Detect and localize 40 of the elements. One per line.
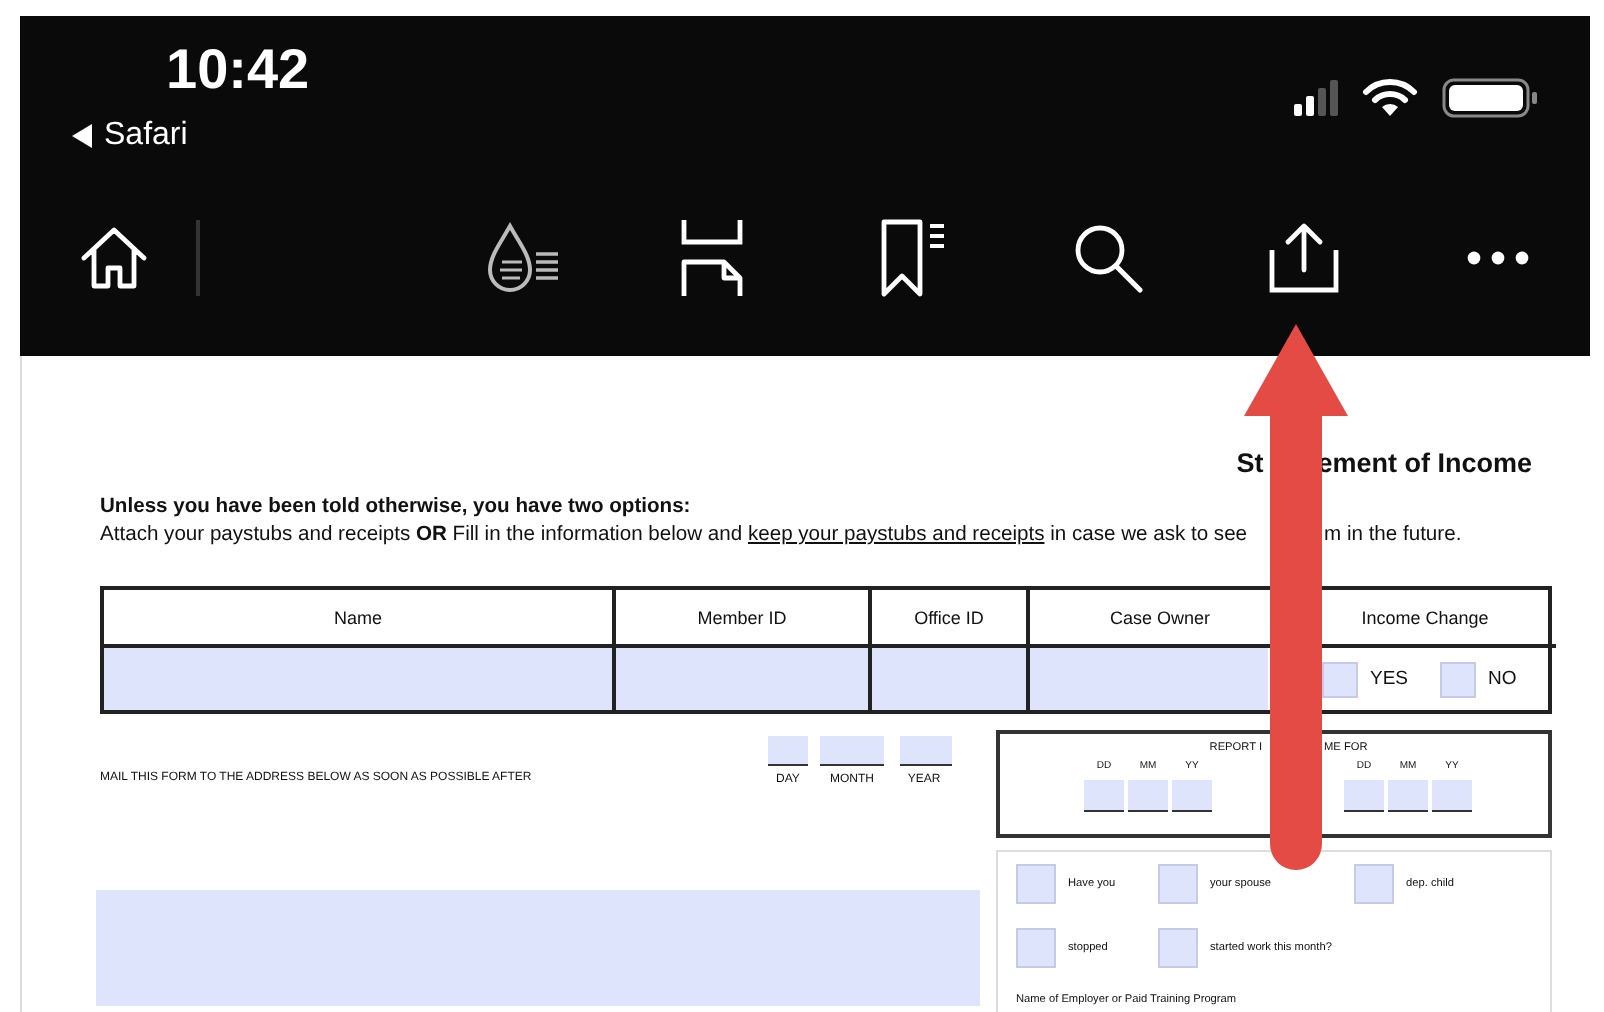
more-icon[interactable] bbox=[1466, 250, 1530, 266]
search-icon[interactable] bbox=[1072, 222, 1144, 294]
wifi-icon bbox=[1362, 78, 1418, 118]
instructions-text: Attach your paystubs and receipts OR Fill in the information below and keep your paystubs and receipts in case we ask to see bbox=[100, 524, 1248, 546]
checkbox[interactable] bbox=[1158, 864, 1198, 904]
input-field[interactable] bbox=[768, 736, 808, 766]
checkbox[interactable] bbox=[1322, 661, 1358, 697]
checkbox[interactable] bbox=[1158, 928, 1198, 968]
input-field[interactable] bbox=[820, 736, 884, 766]
input-field[interactable] bbox=[616, 648, 872, 710]
input-field[interactable] bbox=[104, 648, 616, 710]
checkbox[interactable] bbox=[1440, 661, 1477, 697]
page-layout-icon[interactable] bbox=[680, 216, 744, 300]
instructions-text: m in the future. bbox=[1324, 524, 1462, 546]
battery-icon bbox=[1442, 78, 1538, 118]
input-field[interactable] bbox=[1344, 780, 1384, 812]
checkbox-label: NO bbox=[1488, 668, 1517, 690]
document-title: St bbox=[1236, 447, 1264, 477]
checkbox[interactable] bbox=[1016, 928, 1056, 968]
input-field[interactable] bbox=[1432, 780, 1472, 812]
home-icon[interactable] bbox=[80, 224, 148, 292]
signal-icon bbox=[1294, 80, 1338, 116]
share-icon[interactable] bbox=[1268, 222, 1340, 294]
back-link[interactable]: Safari bbox=[72, 118, 188, 154]
input-field[interactable] bbox=[1030, 648, 1268, 710]
input-field[interactable] bbox=[872, 648, 1030, 710]
input-field[interactable] bbox=[900, 736, 952, 766]
input-field[interactable] bbox=[1084, 780, 1124, 812]
input-field[interactable] bbox=[1172, 780, 1212, 812]
back-arrow-icon bbox=[72, 124, 92, 148]
checkbox[interactable] bbox=[1354, 864, 1394, 904]
input-field[interactable] bbox=[1128, 780, 1168, 812]
status-time: 10:42 bbox=[166, 36, 310, 104]
input-field[interactable] bbox=[1388, 780, 1428, 812]
checkbox[interactable] bbox=[1016, 864, 1056, 904]
droplet-icon[interactable] bbox=[484, 218, 564, 298]
input-field[interactable] bbox=[96, 890, 980, 1006]
instructions-heading: Unless you have been told otherwise, you have two options: bbox=[100, 496, 693, 518]
bookmark-icon[interactable] bbox=[880, 218, 948, 298]
checkbox-label: YES bbox=[1370, 668, 1409, 690]
